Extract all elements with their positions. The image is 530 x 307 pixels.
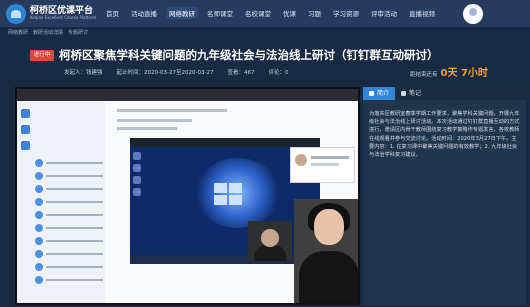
info-sidebar: 简介 笔记 为落实区教研室春季学期工作要求，聚焦学科关键问题，开展九年级社会与法… (363, 87, 526, 305)
nav-resources[interactable]: 学习资源 (330, 7, 362, 19)
nav-review[interactable]: 评审活动 (368, 7, 400, 19)
chat-item (35, 222, 103, 233)
countdown: 距结束还有 0天 7小时 (410, 64, 488, 79)
breadcrumb: 网络教研 教研活动详情 专题研讨 (8, 29, 93, 36)
sidebar-tabs: 简介 笔记 (363, 87, 526, 100)
countdown-label: 距结束还有 (410, 72, 438, 78)
chat-item (35, 261, 103, 272)
chat-list (35, 157, 103, 287)
nav-online-research[interactable]: 网络教研 (166, 7, 198, 19)
tab-intro[interactable]: 简介 (363, 87, 396, 100)
page-title: 柯桥区聚焦学科关键问题的九年级社会与法治线上研讨（钉钉群互动研讨） (59, 48, 439, 62)
desktop-icon (133, 152, 141, 160)
camera-feed-small (248, 221, 292, 261)
breadcrumb-item-2[interactable]: 教研活动详情 (33, 29, 63, 36)
chat-item (35, 183, 103, 194)
app-icon (21, 125, 30, 134)
speaker-info-line (311, 163, 339, 166)
comment-count: 评论：0 (268, 70, 289, 76)
initiator: 发起人：钱建强 (64, 70, 103, 76)
status-badge: 进行中 (30, 50, 54, 61)
header-line (117, 109, 227, 112)
dingtalk-sidebar (17, 101, 105, 303)
speaker-avatar (295, 154, 307, 166)
player-toolbar (17, 89, 358, 101)
nav-live-video[interactable]: 直播视频 (406, 7, 438, 19)
video-player[interactable] (15, 87, 360, 305)
chat-item (35, 196, 103, 207)
view-count: 查看：467 (227, 70, 255, 76)
app-icon (21, 141, 30, 150)
person-body (299, 251, 358, 303)
main-nav: 首页 活动直播 网络教研 名师课堂 名校课堂 优课 习题 学习资源 评审活动 直… (103, 7, 444, 19)
app-icon (21, 109, 30, 118)
nav-exercises[interactable]: 习题 (305, 7, 324, 19)
platform-logo[interactable] (6, 4, 26, 24)
notes-icon (401, 91, 407, 96)
time-range: 起止时间：2020-03-27至2020-03-27 (116, 70, 214, 76)
countdown-value: 0天 7小时 (440, 68, 488, 79)
chat-item (35, 248, 103, 259)
header-line (117, 127, 177, 130)
user-avatar[interactable] (463, 4, 483, 24)
tab-intro-label: 简介 (377, 90, 390, 97)
speaker-name-line (311, 156, 349, 159)
header-line (117, 119, 192, 122)
desktop-icon (133, 176, 141, 184)
intro-icon (369, 91, 374, 96)
windows-logo-icon (214, 183, 244, 207)
brand-subtitle: Keqiao Excellent Course Platform (30, 15, 97, 20)
person-face (314, 209, 344, 245)
camera-feed-large (294, 199, 358, 303)
speaker-panel (290, 147, 355, 183)
breadcrumb-item-3: 专题研讨 (68, 30, 89, 36)
presenter-face (261, 229, 279, 247)
chat-item (35, 209, 103, 220)
tab-notes-label: 笔记 (409, 90, 422, 97)
intro-text: 为落实区教研室春季学期工作要求，聚焦学科关键问题，开展九年级社会与法治线上研讨活… (369, 111, 520, 159)
nav-live[interactable]: 活动直播 (128, 7, 160, 19)
chat-item (35, 170, 103, 181)
chat-item (35, 274, 103, 285)
nav-excellent-course[interactable]: 优课 (280, 7, 299, 19)
tab-notes[interactable]: 笔记 (395, 87, 427, 100)
breadcrumb-item-1[interactable]: 网络教研 (8, 29, 28, 36)
nav-home[interactable]: 首页 (103, 7, 122, 19)
desktop-icon (133, 164, 141, 172)
presenter-body (254, 245, 286, 261)
nav-famous-school[interactable]: 名校课堂 (242, 7, 274, 19)
desktop-icon (133, 188, 141, 196)
chat-item (35, 157, 103, 168)
share-title-bar (130, 138, 320, 147)
activity-meta: 发起人：钱建强 起止时间：2020-03-27至2020-03-27 查看：46… (64, 68, 302, 76)
nav-famous-teacher[interactable]: 名师课堂 (204, 7, 236, 19)
top-nav-bar: 柯桥区优课平台 Keqiao Excellent Course Platform… (0, 0, 530, 27)
chat-item (35, 235, 103, 246)
